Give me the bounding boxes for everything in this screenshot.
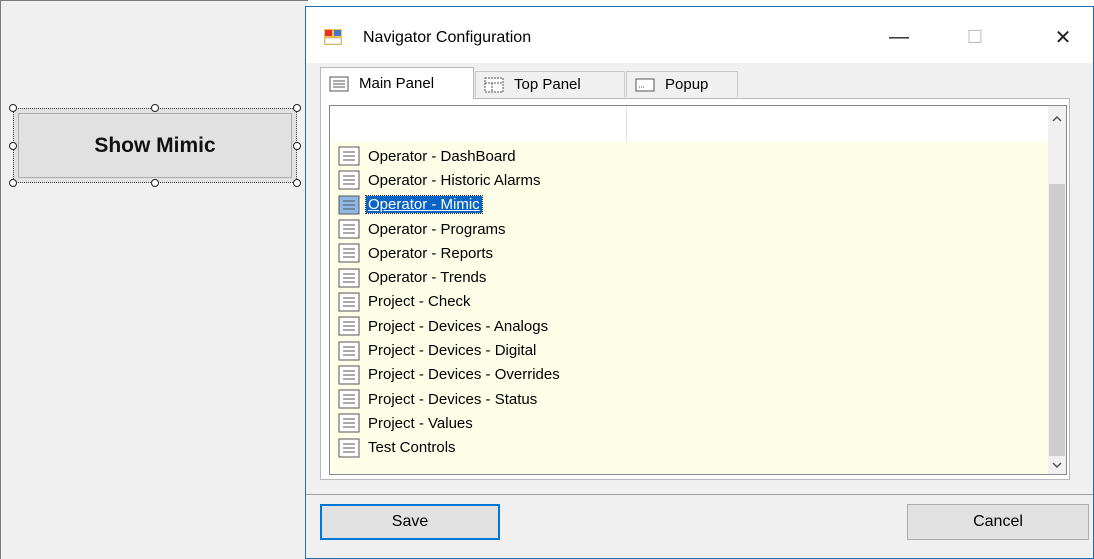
maximize-icon: ☐ [966, 26, 984, 47]
navigator-list[interactable]: Operator - DashBoard Operator - Historic … [329, 105, 1067, 475]
chevron-down-icon [1052, 462, 1062, 468]
tab-top-panel-label: Top Panel [514, 76, 581, 93]
resize-handle-bottom-left[interactable] [9, 179, 17, 187]
list-item-icon [338, 243, 360, 263]
list-item[interactable]: Project - Values [338, 411, 562, 435]
list-item[interactable]: Project - Devices - Digital [338, 338, 562, 362]
tab-main-panel[interactable]: Main Panel [320, 67, 474, 99]
title-bar[interactable]: Navigator Configuration — ☐ ✕ [306, 7, 1093, 63]
resize-handle-right[interactable] [293, 142, 301, 150]
list-item-icon [338, 268, 360, 288]
cancel-button[interactable]: Cancel [907, 504, 1089, 540]
save-button[interactable]: Save [320, 504, 500, 540]
tab-main-panel-label: Main Panel [359, 75, 435, 92]
resize-handle-bottom[interactable] [151, 179, 159, 187]
list-item-label: Test Controls [368, 439, 456, 457]
show-mimic-button[interactable]: Show Mimic [13, 108, 297, 183]
popup-icon [635, 78, 655, 91]
list-item-label: Operator - Trends [368, 269, 487, 287]
list-item[interactable]: Operator - Trends [338, 265, 562, 289]
list-item-icon [338, 438, 360, 458]
list-item-label: Operator - Reports [368, 244, 494, 262]
maximize-button[interactable]: ☐ [952, 17, 998, 57]
list-item-icon [338, 341, 360, 361]
scroll-up-button[interactable] [1048, 110, 1066, 128]
chevron-up-icon [1052, 116, 1062, 122]
designer-surface: Show Mimic [0, 0, 308, 559]
list-item-label: Project - Devices - Digital [368, 342, 537, 360]
list-item-label: Project - Devices - Analogs [368, 317, 549, 335]
list-item-icon [338, 170, 360, 190]
main-panel-tab-page: Operator - DashBoard Operator - Historic … [320, 98, 1070, 480]
list-item-icon [338, 292, 360, 312]
list-item[interactable]: Operator - Historic Alarms [338, 168, 562, 192]
list-item-icon [338, 219, 360, 239]
list-item-label: Project - Devices - Overrides [368, 366, 560, 384]
app-icon [324, 29, 342, 45]
scroll-down-button[interactable] [1048, 456, 1066, 474]
list-item-label: Project - Values [368, 414, 473, 432]
list-item-label: Operator - DashBoard [368, 147, 516, 165]
list-item[interactable]: Operator - Mimic [338, 193, 562, 217]
close-icon: ✕ [1054, 26, 1072, 49]
save-button-label: Save [391, 513, 429, 530]
vertical-scrollbar[interactable] [1048, 106, 1066, 474]
list-header [330, 106, 1050, 142]
close-button[interactable]: ✕ [1040, 17, 1086, 57]
list-item[interactable]: Project - Check [338, 290, 562, 314]
tab-popup-label: Popup [665, 76, 709, 93]
navigator-configuration-dialog: Navigator Configuration — ☐ ✕ Main Panel [305, 6, 1094, 559]
column-divider[interactable] [626, 106, 627, 142]
footer-divider [306, 494, 1093, 495]
list-item-label: Project - Devices - Status [368, 390, 538, 408]
list-item[interactable]: Operator - Programs [338, 217, 562, 241]
resize-handle-top-right[interactable] [293, 104, 301, 112]
list-item[interactable]: Operator - Reports [338, 241, 562, 265]
list-icon [329, 76, 349, 91]
list-item-icon [338, 413, 360, 433]
list-item[interactable]: Project - Devices - Status [338, 387, 562, 411]
list-items: Operator - DashBoard Operator - Historic … [338, 144, 562, 460]
list-item[interactable]: Test Controls [338, 436, 562, 460]
list-item[interactable]: Project - Devices - Overrides [338, 363, 562, 387]
list-item-icon [338, 365, 360, 385]
list-item-label: Operator - Programs [368, 220, 506, 238]
list-item[interactable]: Project - Devices - Analogs [338, 314, 562, 338]
list-item-label: Operator - Historic Alarms [368, 171, 541, 189]
tab-top-panel[interactable]: Top Panel [475, 71, 625, 97]
list-item-icon [338, 316, 360, 336]
list-item-icon [338, 389, 360, 409]
list-item-label: Project - Check [368, 293, 471, 311]
tab-popup[interactable]: Popup [626, 71, 738, 97]
list-item[interactable]: Operator - DashBoard [338, 144, 562, 168]
list-item-icon [338, 195, 360, 215]
resize-handle-top[interactable] [151, 104, 159, 112]
show-mimic-button-label: Show Mimic [94, 133, 216, 157]
minimize-button[interactable]: — [876, 17, 922, 57]
resize-handle-left[interactable] [9, 142, 17, 150]
resize-handle-bottom-right[interactable] [293, 179, 301, 187]
list-item-label: Operator - Mimic [365, 195, 483, 215]
resize-handle-top-left[interactable] [9, 104, 17, 112]
dialog-title: Navigator Configuration [363, 29, 532, 46]
layout-icon [484, 77, 504, 92]
cancel-button-label: Cancel [973, 513, 1023, 530]
list-item-icon [338, 146, 360, 166]
scroll-thumb[interactable] [1049, 184, 1065, 456]
minimize-icon: — [889, 25, 909, 48]
